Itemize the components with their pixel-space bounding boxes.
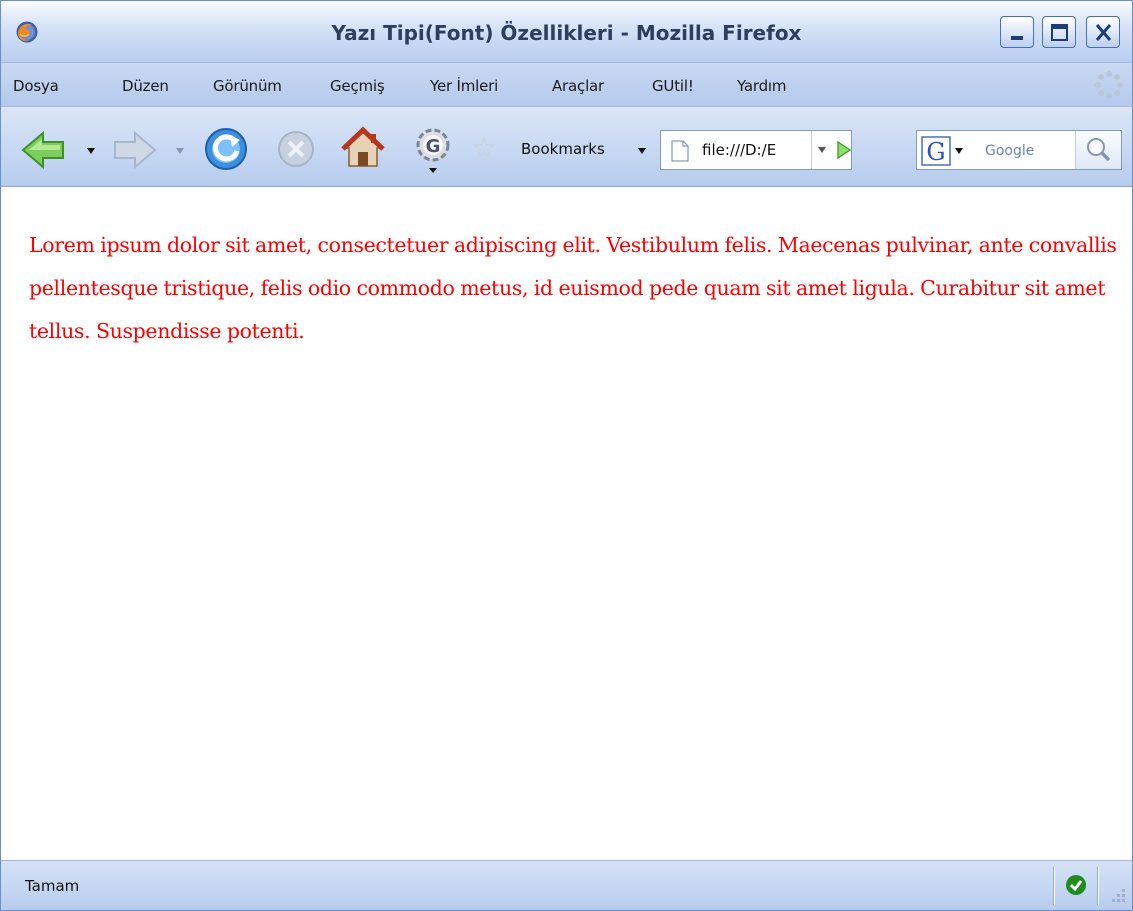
- menu-edit[interactable]: Düzen: [122, 77, 169, 95]
- search-button[interactable]: [1075, 131, 1121, 169]
- menu-tools[interactable]: Araçlar: [552, 77, 604, 95]
- minimize-button[interactable]: [1000, 16, 1034, 48]
- bookmarks-dropdown-icon[interactable]: [638, 148, 646, 154]
- go-button[interactable]: [833, 131, 853, 169]
- status-text: Tamam: [25, 877, 80, 895]
- bookmark-star-icon[interactable]: [473, 137, 495, 159]
- status-separator: [1053, 867, 1055, 905]
- navigation-toolbar: G Bookmarks file:///D:/E G Google: [1, 107, 1132, 187]
- lorem-paragraph: Lorem ipsum dolor sit amet, consectetuer…: [29, 233, 1117, 343]
- menu-bookmarks[interactable]: Yer İmleri: [430, 77, 498, 95]
- menu-gutil[interactable]: GUtil!: [652, 77, 694, 95]
- home-icon[interactable]: [341, 126, 385, 170]
- throbber-icon: [1095, 71, 1123, 99]
- maximize-icon: [1051, 24, 1068, 41]
- svg-text:G: G: [926, 138, 945, 166]
- page-icon: [671, 140, 689, 162]
- reload-icon[interactable]: [204, 127, 248, 171]
- title-bar[interactable]: Yazı Tipi(Font) Özellikleri - Mozilla Fi…: [1, 1, 1132, 63]
- gutil-gear-icon[interactable]: G: [413, 125, 453, 175]
- svg-text:G: G: [426, 136, 441, 157]
- status-bar: Tamam: [1, 860, 1132, 910]
- maximize-button[interactable]: [1042, 16, 1076, 48]
- forward-dropdown-icon[interactable]: [176, 148, 184, 154]
- browser-window: Yazı Tipi(Font) Özellikleri - Mozilla Fi…: [0, 0, 1133, 911]
- url-history-dropdown[interactable]: [811, 131, 831, 169]
- menu-bar: Dosya Düzen Görünüm Geçmiş Yer İmleri Ar…: [1, 63, 1132, 107]
- back-dropdown-icon[interactable]: [87, 148, 95, 154]
- back-arrow-icon[interactable]: [21, 130, 67, 170]
- chevron-down-icon: [818, 147, 826, 153]
- window-title: Yazı Tipi(Font) Özellikleri - Mozilla Fi…: [331, 21, 802, 45]
- close-button[interactable]: [1086, 16, 1120, 48]
- menu-help[interactable]: Yardım: [737, 77, 786, 95]
- forward-arrow-icon[interactable]: [111, 130, 157, 170]
- bookmarks-menu-button[interactable]: Bookmarks: [521, 140, 605, 158]
- status-separator: [1097, 867, 1099, 905]
- search-input[interactable]: Google: [985, 143, 1034, 159]
- close-icon: [1095, 24, 1112, 41]
- resize-grip-icon[interactable]: [1106, 883, 1128, 905]
- magnifier-icon: [1087, 138, 1111, 162]
- menu-view[interactable]: Görünüm: [213, 77, 282, 95]
- menu-history[interactable]: Geçmiş: [330, 77, 385, 95]
- go-arrow-icon: [837, 140, 852, 160]
- menu-file[interactable]: Dosya: [13, 77, 59, 95]
- url-bar[interactable]: file:///D:/E: [660, 130, 852, 170]
- google-engine-icon[interactable]: G: [921, 136, 967, 166]
- page-content: Lorem ipsum dolor sit amet, consectetuer…: [1, 188, 1132, 860]
- url-input[interactable]: file:///D:/E: [702, 141, 812, 159]
- checkmark-status-icon[interactable]: [1065, 874, 1087, 896]
- search-bar[interactable]: G Google: [916, 130, 1122, 170]
- stop-icon[interactable]: [276, 129, 316, 169]
- minimize-icon: [1011, 36, 1023, 40]
